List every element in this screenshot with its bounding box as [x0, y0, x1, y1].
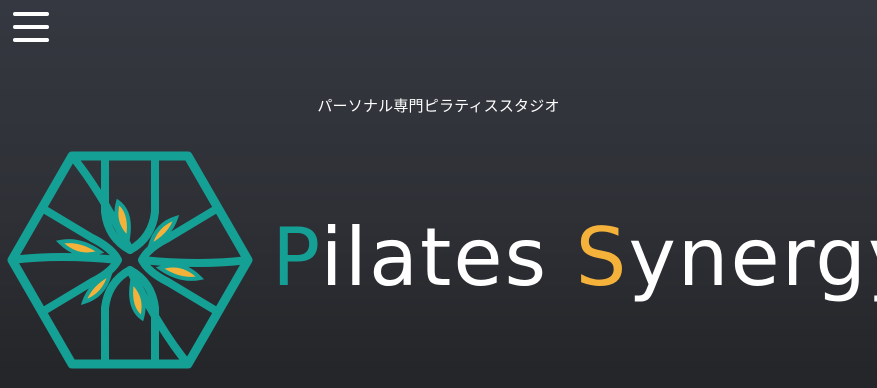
hexagon-leaf-logo-icon: [7, 151, 253, 369]
brand-word-pilates: ilates: [320, 211, 549, 304]
hero-tagline: パーソナル専門ピラティススタジオ: [317, 97, 560, 115]
brand-word-synergy: ynergy: [628, 211, 877, 304]
menu-bar-top: [13, 12, 49, 16]
menu-bar-middle: [13, 25, 49, 29]
brand-initial-s: S: [575, 211, 629, 304]
brand-initial-p: P: [272, 211, 321, 304]
hamburger-menu-button[interactable]: [13, 10, 49, 44]
menu-bar-bottom: [13, 38, 49, 42]
brand-wordmark: Pilates Synergy: [272, 210, 877, 306]
